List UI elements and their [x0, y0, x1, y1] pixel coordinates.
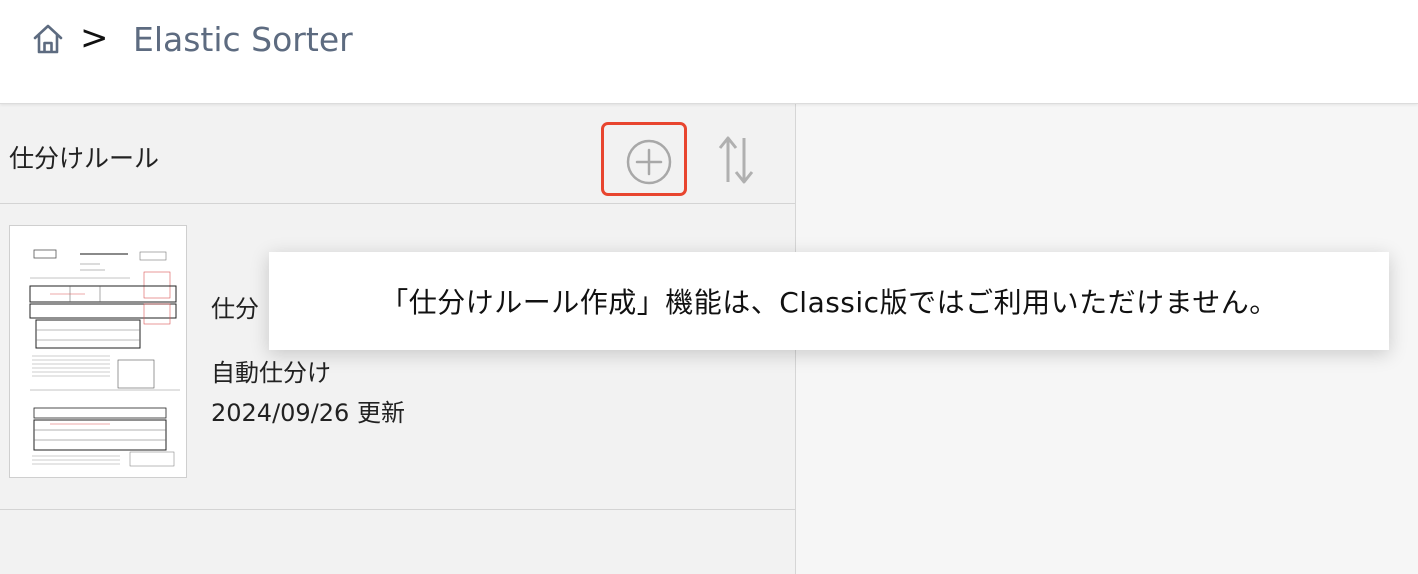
add-rule-button[interactable]: [601, 122, 687, 196]
top-bar: > Elastic Sorter: [0, 0, 1418, 104]
sort-button[interactable]: [716, 134, 756, 186]
sort-icon: [718, 136, 754, 184]
home-icon[interactable]: [31, 22, 65, 56]
toast-message: 「仕分けルール作成」機能は、Classic版ではご利用いただけません。: [380, 286, 1278, 319]
rule-list-title: 仕分けルール: [9, 144, 160, 173]
notification-toast: 「仕分けルール作成」機能は、Classic版ではご利用いただけません。: [269, 252, 1389, 350]
rule-name: 仕分: [211, 295, 259, 323]
rule-list-header: 仕分けルール: [0, 104, 795, 204]
add-circle-icon: [626, 139, 672, 185]
breadcrumb-separator: >: [80, 18, 109, 58]
rule-updated-date: 2024/09/26 更新: [211, 399, 405, 427]
rule-type: 自動仕分け: [211, 359, 331, 387]
breadcrumb-title[interactable]: Elastic Sorter: [133, 20, 353, 60]
document-thumbnail: [9, 225, 187, 478]
rule-list-item[interactable]: 仕分 自動仕分け 2024/09/26 更新: [0, 204, 795, 510]
